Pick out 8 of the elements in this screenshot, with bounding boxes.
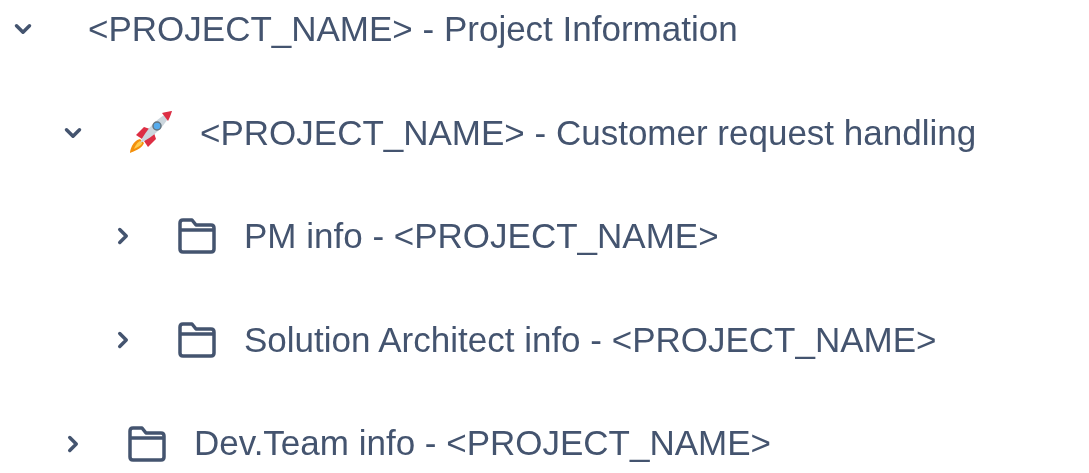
tree-item-label[interactable]: Solution Architect info - <PROJECT_NAME> xyxy=(244,313,937,367)
folder-icon xyxy=(176,217,218,256)
folder-icon xyxy=(126,424,168,463)
folder-icon xyxy=(176,321,218,360)
tree-item-label[interactable]: Dev.Team info - <PROJECT_NAME> xyxy=(194,417,772,470)
tree-item-label[interactable]: <PROJECT_NAME> - Customer request handling xyxy=(200,106,977,160)
tree-item-label[interactable]: <PROJECT_NAME> - Project Information xyxy=(88,3,738,56)
tree-item-label[interactable]: PM info - <PROJECT_NAME> xyxy=(244,210,719,263)
